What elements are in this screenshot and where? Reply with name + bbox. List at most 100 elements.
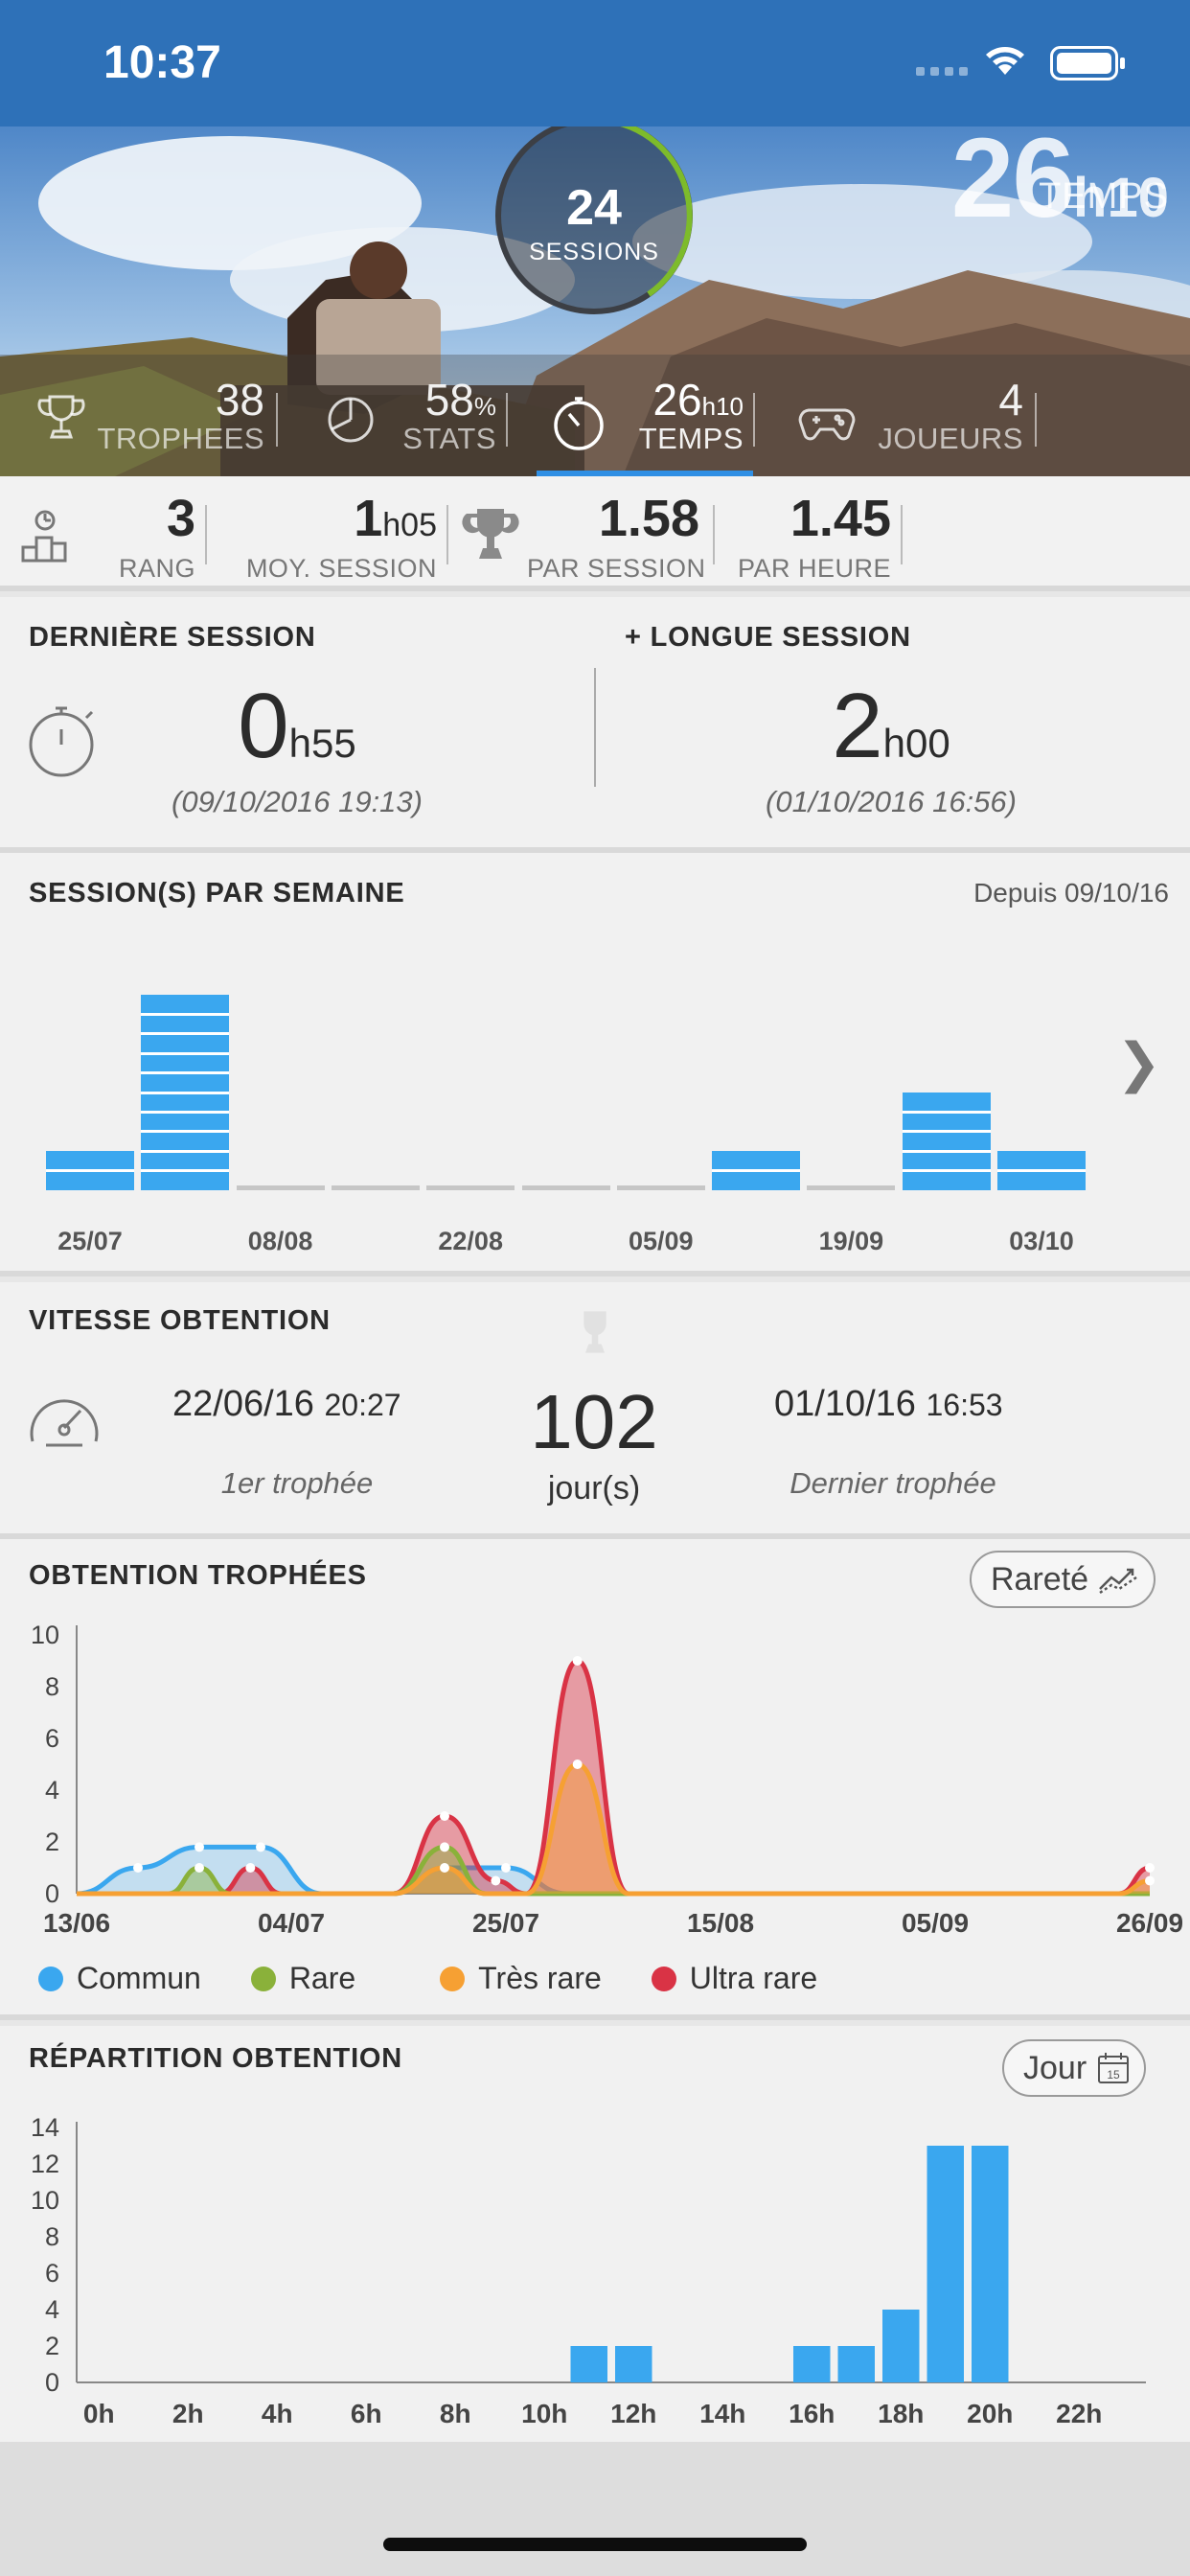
data-point[interactable] — [440, 1811, 449, 1821]
rank-rang-label: RANG — [118, 554, 195, 583]
hero-banner: 26h10 TEMPS 24 SESSIONS 38 TROPHEES 58% … — [0, 126, 1190, 476]
hour-bar[interactable] — [972, 2146, 1009, 2382]
x-tick-label: 10h — [521, 2399, 567, 2428]
rank-rang: 3 RANG — [105, 490, 195, 584]
legend-label: Ultra rare — [689, 1961, 818, 1995]
weekly-x-tick: 08/08 — [247, 1227, 313, 1255]
home-indicator[interactable] — [383, 2538, 807, 2551]
last-session-minutes: h55 — [288, 721, 356, 766]
longest-session-title: + LONGUE SESSION — [625, 622, 911, 653]
data-point[interactable] — [440, 1863, 449, 1873]
weekly-bar-empty — [616, 1185, 705, 1190]
weekly-bar-segment-divider — [141, 1130, 230, 1134]
weekly-bar-segment-divider — [141, 1051, 230, 1055]
weekly-x-tick: 22/08 — [438, 1227, 503, 1255]
rank-avg-session-value: 1 — [354, 490, 383, 547]
trophy-icon — [462, 509, 519, 559]
hour-bar[interactable] — [882, 2310, 920, 2382]
rank-divider — [446, 505, 448, 564]
last-session-duration: 0h55 — [134, 674, 460, 779]
hero-tab-stats[interactable]: 58% STATS — [324, 355, 496, 476]
data-point[interactable] — [1145, 1863, 1155, 1873]
weekly-bar[interactable] — [712, 1151, 801, 1190]
longest-session-minutes: h00 — [882, 721, 950, 766]
hero-divider — [276, 393, 278, 447]
hour-bar[interactable] — [927, 2146, 965, 2382]
weekly-bar[interactable] — [902, 1092, 991, 1190]
data-point[interactable] — [256, 1842, 265, 1852]
weekly-bar[interactable] — [46, 1151, 134, 1190]
hour-bar[interactable] — [793, 2346, 831, 2382]
battery-icon — [1050, 46, 1125, 80]
y-tick-label: 6 — [45, 1724, 59, 1753]
cellular-signal-icon — [916, 67, 968, 76]
data-point[interactable] — [195, 1863, 204, 1873]
weekly-bar-empty — [426, 1185, 515, 1190]
legend-dot — [440, 1966, 466, 1991]
x-tick-label: 14h — [699, 2399, 745, 2428]
data-point[interactable] — [572, 1760, 583, 1769]
y-tick-label: 2 — [45, 1828, 59, 1856]
rank-per-session-value: 1.58 — [598, 490, 699, 547]
stopwatch-icon — [554, 397, 604, 450]
rank-row: 3 RANG 1h05 MOY. SESSION 1.58 PAR SESSIO… — [0, 476, 1190, 591]
legend-item[interactable]: Rare — [250, 1961, 356, 1996]
hour-bar[interactable] — [615, 2346, 652, 2382]
data-point[interactable] — [572, 1656, 583, 1666]
chevron-right-icon[interactable]: ❯ — [1116, 1031, 1161, 1094]
x-tick-label: 04/07 — [258, 1908, 325, 1938]
hero-divider — [506, 393, 508, 447]
hour-bar[interactable] — [837, 2346, 876, 2382]
x-tick-label: 22h — [1056, 2399, 1102, 2428]
hero-total-time: 26h10 TEMPS — [951, 126, 1169, 243]
y-tick-label: 8 — [45, 2222, 59, 2251]
weekly-bar-segment-divider — [902, 1149, 991, 1153]
data-point[interactable] — [440, 1842, 449, 1852]
rank-divider — [205, 505, 207, 564]
first-trophy-date: 22/06/16 20:27 — [172, 1384, 401, 1425]
x-tick-label: 2h — [172, 2399, 204, 2428]
legend-item[interactable]: Très rare — [440, 1961, 602, 1996]
hero-tab-players[interactable]: 4 JOUEURS — [797, 355, 1023, 476]
data-point[interactable] — [1145, 1875, 1155, 1886]
legend-item[interactable]: Commun — [38, 1961, 201, 1996]
hero-tab-trophies[interactable]: 38 TROPHEES — [34, 355, 264, 476]
hero-players-label: JOUEURS — [878, 422, 1023, 455]
trophy-watermark-icon — [584, 1311, 606, 1353]
y-tick-label: 10 — [31, 1621, 59, 1649]
y-tick-label: 0 — [45, 1879, 59, 1908]
y-tick-label: 4 — [45, 1776, 59, 1805]
x-tick-label: 4h — [262, 2399, 293, 2428]
y-tick-label: 8 — [45, 1672, 59, 1701]
data-point[interactable] — [133, 1863, 143, 1873]
days-unit: jour(s) — [547, 1470, 641, 1506]
weekly-sessions-card: SESSION(S) PAR SEMAINE Depuis 09/10/16 2… — [0, 853, 1190, 1276]
legend-item[interactable]: Ultra rare — [651, 1961, 818, 1996]
data-point[interactable] — [491, 1875, 501, 1886]
first-trophy-label: 1er trophée — [220, 1466, 374, 1500]
weekly-bar[interactable] — [141, 995, 230, 1190]
legend-label: Très rare — [478, 1961, 602, 1995]
data-point[interactable] — [501, 1863, 511, 1873]
hero-tab-time[interactable]: 26h10 TEMPS — [548, 355, 744, 476]
weekly-bar-segment-divider — [141, 1149, 230, 1153]
legend-dot — [250, 1966, 276, 1991]
rank-avg-session-unit: h05 — [382, 507, 437, 543]
data-point[interactable] — [195, 1842, 204, 1852]
hero-time-value: 26 — [652, 375, 702, 425]
gamepad-icon — [798, 408, 856, 441]
sessions-count-circle[interactable]: 24 SESSIONS — [495, 126, 693, 314]
rank-per-hour-value: 1.45 — [790, 490, 891, 547]
legend-label: Rare — [288, 1961, 356, 1995]
x-tick-label: 26/09 — [1116, 1908, 1183, 1938]
weekly-bar[interactable] — [997, 1151, 1086, 1190]
data-point[interactable] — [245, 1863, 256, 1873]
last-session-hours: 0 — [238, 675, 289, 777]
hero-trophies-label: TROPHEES — [97, 422, 264, 455]
repartition-chart-card: RÉPARTITION OBTENTION Jour 15 0 2 4 6 8 10 12 1… — [0, 2026, 1190, 2442]
x-tick-label: 05/09 — [902, 1908, 969, 1938]
hero-stats-unit: % — [473, 392, 496, 421]
podium-icon — [21, 510, 67, 563]
hour-bar[interactable] — [570, 2346, 608, 2382]
weekly-bar-segment-divider — [902, 1169, 991, 1173]
